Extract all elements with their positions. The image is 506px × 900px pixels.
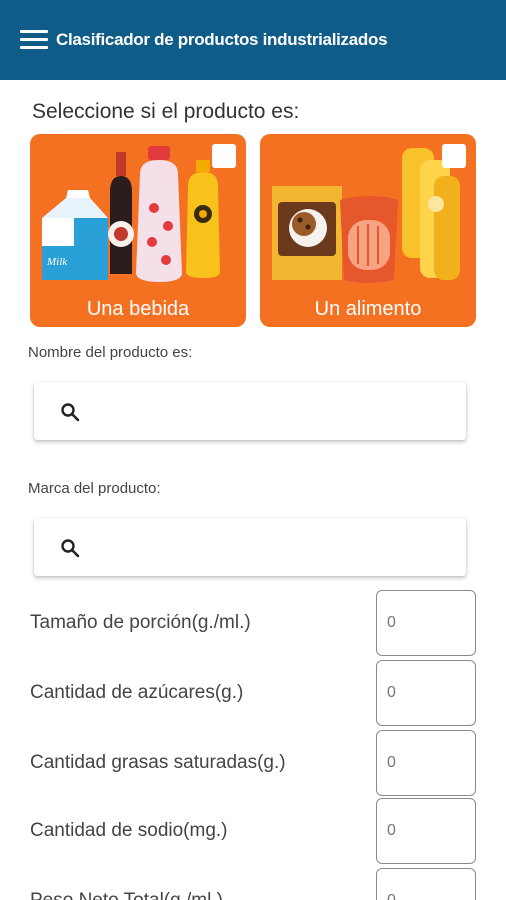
brand-label: Marca del producto: [28, 480, 161, 497]
serving-size-row: Tamaño de porción(g./ml.) [0, 590, 506, 656]
brand-input[interactable] [94, 528, 456, 566]
sodium-input[interactable] [387, 819, 467, 843]
beverage-option-card[interactable]: Milk Una bebida [30, 134, 246, 327]
app-bar: Clasificador de productos industrializad… [0, 0, 506, 80]
saturated-fat-label: Cantidad grasas saturadas(g.) [30, 752, 286, 773]
food-label: Un alimento [314, 298, 422, 320]
beverage-checkbox[interactable] [212, 144, 236, 168]
product-type-prompt: Seleccione si el producto es: [32, 100, 300, 123]
milk-carton-text: Milk [46, 256, 68, 268]
saturated-fat-field[interactable] [376, 730, 476, 796]
sodium-field[interactable] [376, 798, 476, 864]
net-weight-row: Peso Neto Total(g./ml.) [0, 868, 506, 900]
app-title: Clasificador de productos industrializad… [56, 30, 388, 49]
serving-size-label: Tamaño de porción(g./ml.) [30, 612, 251, 633]
food-option-card[interactable]: Un alimento [260, 134, 476, 327]
net-weight-label: Peso Neto Total(g./ml.) [30, 890, 223, 900]
serving-size-field[interactable] [376, 590, 476, 656]
sodium-row: Cantidad de sodio(mg.) [0, 798, 506, 864]
sodium-label: Cantidad de sodio(mg.) [30, 820, 228, 841]
saturated-fat-row: Cantidad grasas saturadas(g.) [0, 730, 506, 796]
saturated-fat-input[interactable] [387, 751, 467, 775]
product-name-input[interactable] [94, 392, 456, 430]
sugar-label: Cantidad de azúcares(g.) [30, 682, 244, 703]
search-icon [61, 403, 80, 422]
menu-icon[interactable] [20, 30, 48, 50]
sugar-field[interactable] [376, 660, 476, 726]
sugar-row: Cantidad de azúcares(g.) [0, 660, 506, 726]
product-name-label: Nombre del producto es: [28, 344, 193, 361]
net-weight-input[interactable] [387, 889, 467, 900]
serving-size-input[interactable] [387, 611, 467, 635]
food-checkbox[interactable] [442, 144, 466, 168]
brand-search[interactable] [34, 518, 466, 576]
net-weight-field[interactable] [376, 868, 476, 900]
product-name-search[interactable] [34, 382, 466, 440]
sugar-input[interactable] [387, 681, 467, 705]
search-icon [61, 539, 80, 558]
beverage-label: Una bebida [86, 298, 190, 320]
